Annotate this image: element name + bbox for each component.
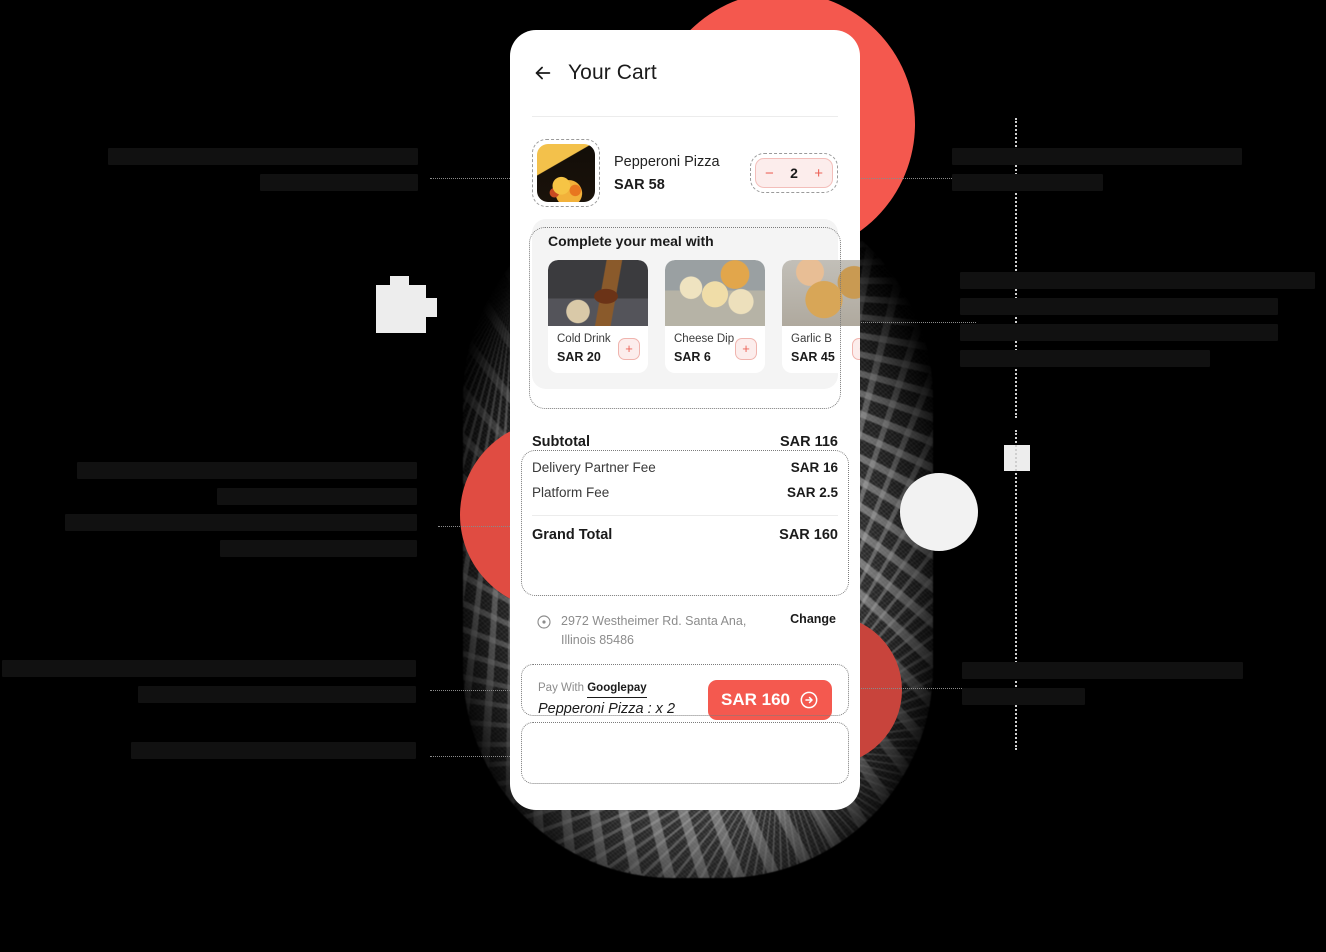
place-order-button[interactable]: SAR 160 [708, 679, 832, 720]
suggestion-card-footer: Cold Drink SAR 20 + [548, 326, 648, 373]
annotation-bottom-right [962, 662, 1247, 714]
cart-item-price: SAR 58 [614, 176, 665, 193]
grand-total-value: SAR 160 [779, 527, 838, 543]
cart-item-info: Pepperoni Pizza SAR 58 [614, 154, 736, 193]
suggestion-name: Cold Drink [557, 333, 611, 345]
change-address-link[interactable]: Change [790, 612, 836, 626]
decorative-white-circle [900, 473, 978, 551]
bill-label: Delivery Partner Fee [532, 460, 656, 475]
suggestions-card: Complete your meal with Cold Drink SAR 2… [532, 219, 860, 389]
leader-to-quantity [846, 178, 958, 179]
suggestion-text: Cheese Dip SAR 6 [674, 333, 734, 364]
page-root: Your Cart Pepperoni Pizza SAR 58 − 2 + C… [0, 0, 1326, 952]
increment-button[interactable]: + [814, 166, 823, 181]
bill-row: Platform Fee SAR 2.5 [532, 480, 838, 505]
bill-divider [532, 515, 838, 516]
suggestion-text: Cold Drink SAR 20 [557, 333, 611, 364]
suggestion-card-footer: Garlic B SAR 45 + [782, 326, 860, 373]
puzzle-piece-icon [376, 276, 437, 333]
bill-row: Subtotal SAR 116 [532, 429, 838, 455]
leader-to-address [846, 688, 966, 689]
location-pin-icon [537, 615, 551, 629]
arrow-left-icon[interactable] [532, 62, 554, 84]
suggestion-name: Garlic B [791, 333, 832, 345]
delivery-address-row[interactable]: 2972 Westheimer Rd. Santa Ana, Illinois … [532, 602, 838, 660]
annotation-top-right [952, 148, 1252, 200]
annotation-top-left [100, 148, 418, 200]
grand-total-row: Grand Total SAR 160 [532, 522, 838, 548]
bill-label: Platform Fee [532, 485, 610, 500]
payment-details: Pay With Googlepay Pepperoni Pizza : x 2 [538, 682, 675, 717]
bill-value: SAR 2.5 [786, 485, 838, 500]
suggestion-card[interactable]: Garlic B SAR 45 + [782, 260, 860, 373]
cold-drink-photo [548, 260, 648, 326]
pepperoni-pizza-photo [537, 144, 595, 202]
bill-value: SAR 116 [779, 434, 838, 450]
pay-with-row[interactable]: Pay With Googlepay [538, 682, 675, 698]
decrement-button[interactable]: − [765, 166, 774, 181]
quantity-stepper-highlight: − 2 + [750, 153, 838, 193]
suggestions-title: Complete your meal with [548, 233, 714, 249]
suggestion-name: Cheese Dip [674, 333, 735, 345]
grand-total-label: Grand Total [532, 527, 613, 543]
payment-bar: Pay With Googlepay Pepperoni Pizza : x 2… [532, 670, 838, 732]
annotation-bottom-left-2 [130, 742, 416, 768]
suggestion-price: SAR 45 [791, 350, 835, 364]
cart-item-row: Pepperoni Pizza SAR 58 − 2 + [510, 117, 860, 213]
arrow-right-circle-icon [800, 691, 818, 708]
app-top-bar: Your Cart [510, 30, 860, 116]
place-order-amount: SAR 160 [721, 689, 790, 709]
suggestion-text: Garlic B SAR 45 [791, 333, 835, 364]
phone-mockup: Your Cart Pepperoni Pizza SAR 58 − 2 + C… [510, 30, 860, 810]
order-items-summary: Pepperoni Pizza : x 2 [538, 701, 676, 717]
leader-to-suggestions [846, 322, 976, 323]
suggestion-card[interactable]: Cheese Dip SAR 6 + [665, 260, 765, 373]
add-suggestion-button[interactable]: + [735, 337, 757, 360]
garlic-bread-photo [782, 260, 860, 326]
suggestion-card-footer: Cheese Dip SAR 6 + [665, 326, 765, 373]
cheese-dip-photo [665, 260, 765, 326]
bill-value: SAR 16 [790, 460, 838, 475]
bill-label: Subtotal [532, 434, 590, 450]
quantity-stepper[interactable]: − 2 + [755, 158, 833, 188]
address-text: 2972 Westheimer Rd. Santa Ana, Illinois … [561, 614, 747, 647]
suggestion-card[interactable]: Cold Drink SAR 20 + [548, 260, 648, 373]
suggestion-price: SAR 20 [557, 350, 601, 364]
bill-row: Delivery Partner Fee SAR 16 [532, 455, 838, 480]
suggestion-price: SAR 6 [674, 350, 711, 364]
bill-summary: Subtotal SAR 116 Delivery Partner Fee SA… [532, 415, 838, 548]
suggestions-carousel[interactable]: Cold Drink SAR 20 + Cheese Dip SAR 6 + G… [548, 260, 860, 373]
annotation-bottom-left [2, 660, 416, 712]
pay-with-prefix: Pay With [538, 682, 588, 694]
decorative-square [1004, 445, 1030, 471]
page-title: Your Cart [568, 61, 657, 84]
annotation-mid-right [960, 272, 1320, 376]
cart-item-name: Pepperoni Pizza [614, 153, 720, 170]
add-suggestion-button[interactable]: + [618, 337, 640, 360]
cart-item-thumb-highlight [532, 139, 600, 207]
add-suggestion-button[interactable]: + [852, 337, 860, 360]
payment-method[interactable]: Googlepay [587, 682, 647, 698]
quantity-value: 2 [790, 165, 798, 181]
annotation-mid-left [62, 462, 417, 566]
